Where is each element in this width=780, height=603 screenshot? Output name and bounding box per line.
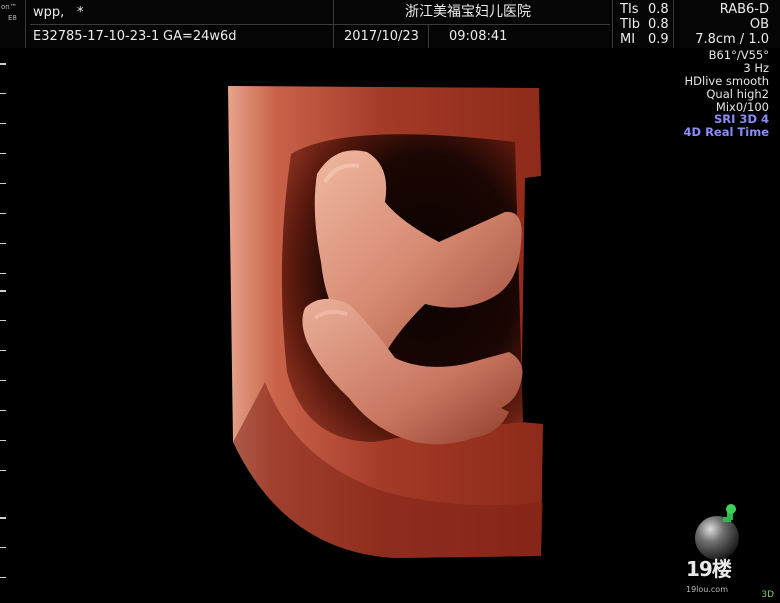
ruler-tick <box>0 547 6 548</box>
ruler-tick <box>0 577 6 578</box>
probe-name: RAB6-D <box>719 2 769 17</box>
divider <box>25 0 26 48</box>
gestational-age: GA=24w6d <box>163 29 237 44</box>
modified-star: * <box>77 5 84 20</box>
ruler-tick <box>0 320 6 321</box>
tib-label: TIb <box>620 17 641 32</box>
vendor-logo-top: on™ <box>1 3 17 11</box>
ruler-tick <box>0 63 6 65</box>
divider <box>673 0 674 48</box>
header-bar: on™ E8 wpp, * E32785-17-10-23-1 GA=24w6d… <box>0 0 780 48</box>
tib-value: 0.8 <box>648 17 669 32</box>
volume-render-view[interactable] <box>225 82 545 560</box>
tis-label: TIs <box>620 2 639 17</box>
divider <box>30 24 610 25</box>
ruler-tick <box>0 440 6 441</box>
watermark-logo: 19楼 <box>686 557 732 581</box>
ruler-tick <box>0 290 6 292</box>
ruler-tick <box>0 93 6 94</box>
exam-preset: OB <box>749 17 769 32</box>
ruler-tick <box>0 470 6 471</box>
ruler-tick <box>0 213 6 214</box>
watermark-domain: 19lou.com <box>686 585 728 594</box>
patient-id: E32785-17-10-23-1 <box>33 29 160 44</box>
render-mode-indicator: 3D <box>761 590 774 600</box>
divider <box>612 0 613 48</box>
ruler-tick <box>0 153 6 154</box>
ruler-tick <box>0 410 6 411</box>
ruler-tick <box>0 517 6 519</box>
ruler-tick <box>0 273 6 274</box>
depth-zoom: 7.8cm / 1.0 <box>695 32 769 47</box>
patient-name: wpp, <box>33 5 65 20</box>
ruler-tick <box>0 380 6 381</box>
ruler-tick <box>0 123 6 124</box>
ruler-tick <box>0 243 6 244</box>
mi-label: MI <box>620 32 636 47</box>
mi-value: 0.9 <box>648 32 669 47</box>
exam-time: 09:08:41 <box>449 29 508 44</box>
ruler-tick <box>0 350 6 351</box>
divider <box>428 25 429 48</box>
exam-date: 2017/10/23 <box>344 29 419 44</box>
param-mode: 4D Real Time <box>683 125 769 139</box>
hospital-name: 浙江美福宝妇儿医院 <box>405 4 531 20</box>
ruler-tick <box>0 183 6 184</box>
vendor-logo-bottom: E8 <box>8 14 17 22</box>
tis-value: 0.8 <box>648 2 669 17</box>
divider <box>333 0 334 48</box>
